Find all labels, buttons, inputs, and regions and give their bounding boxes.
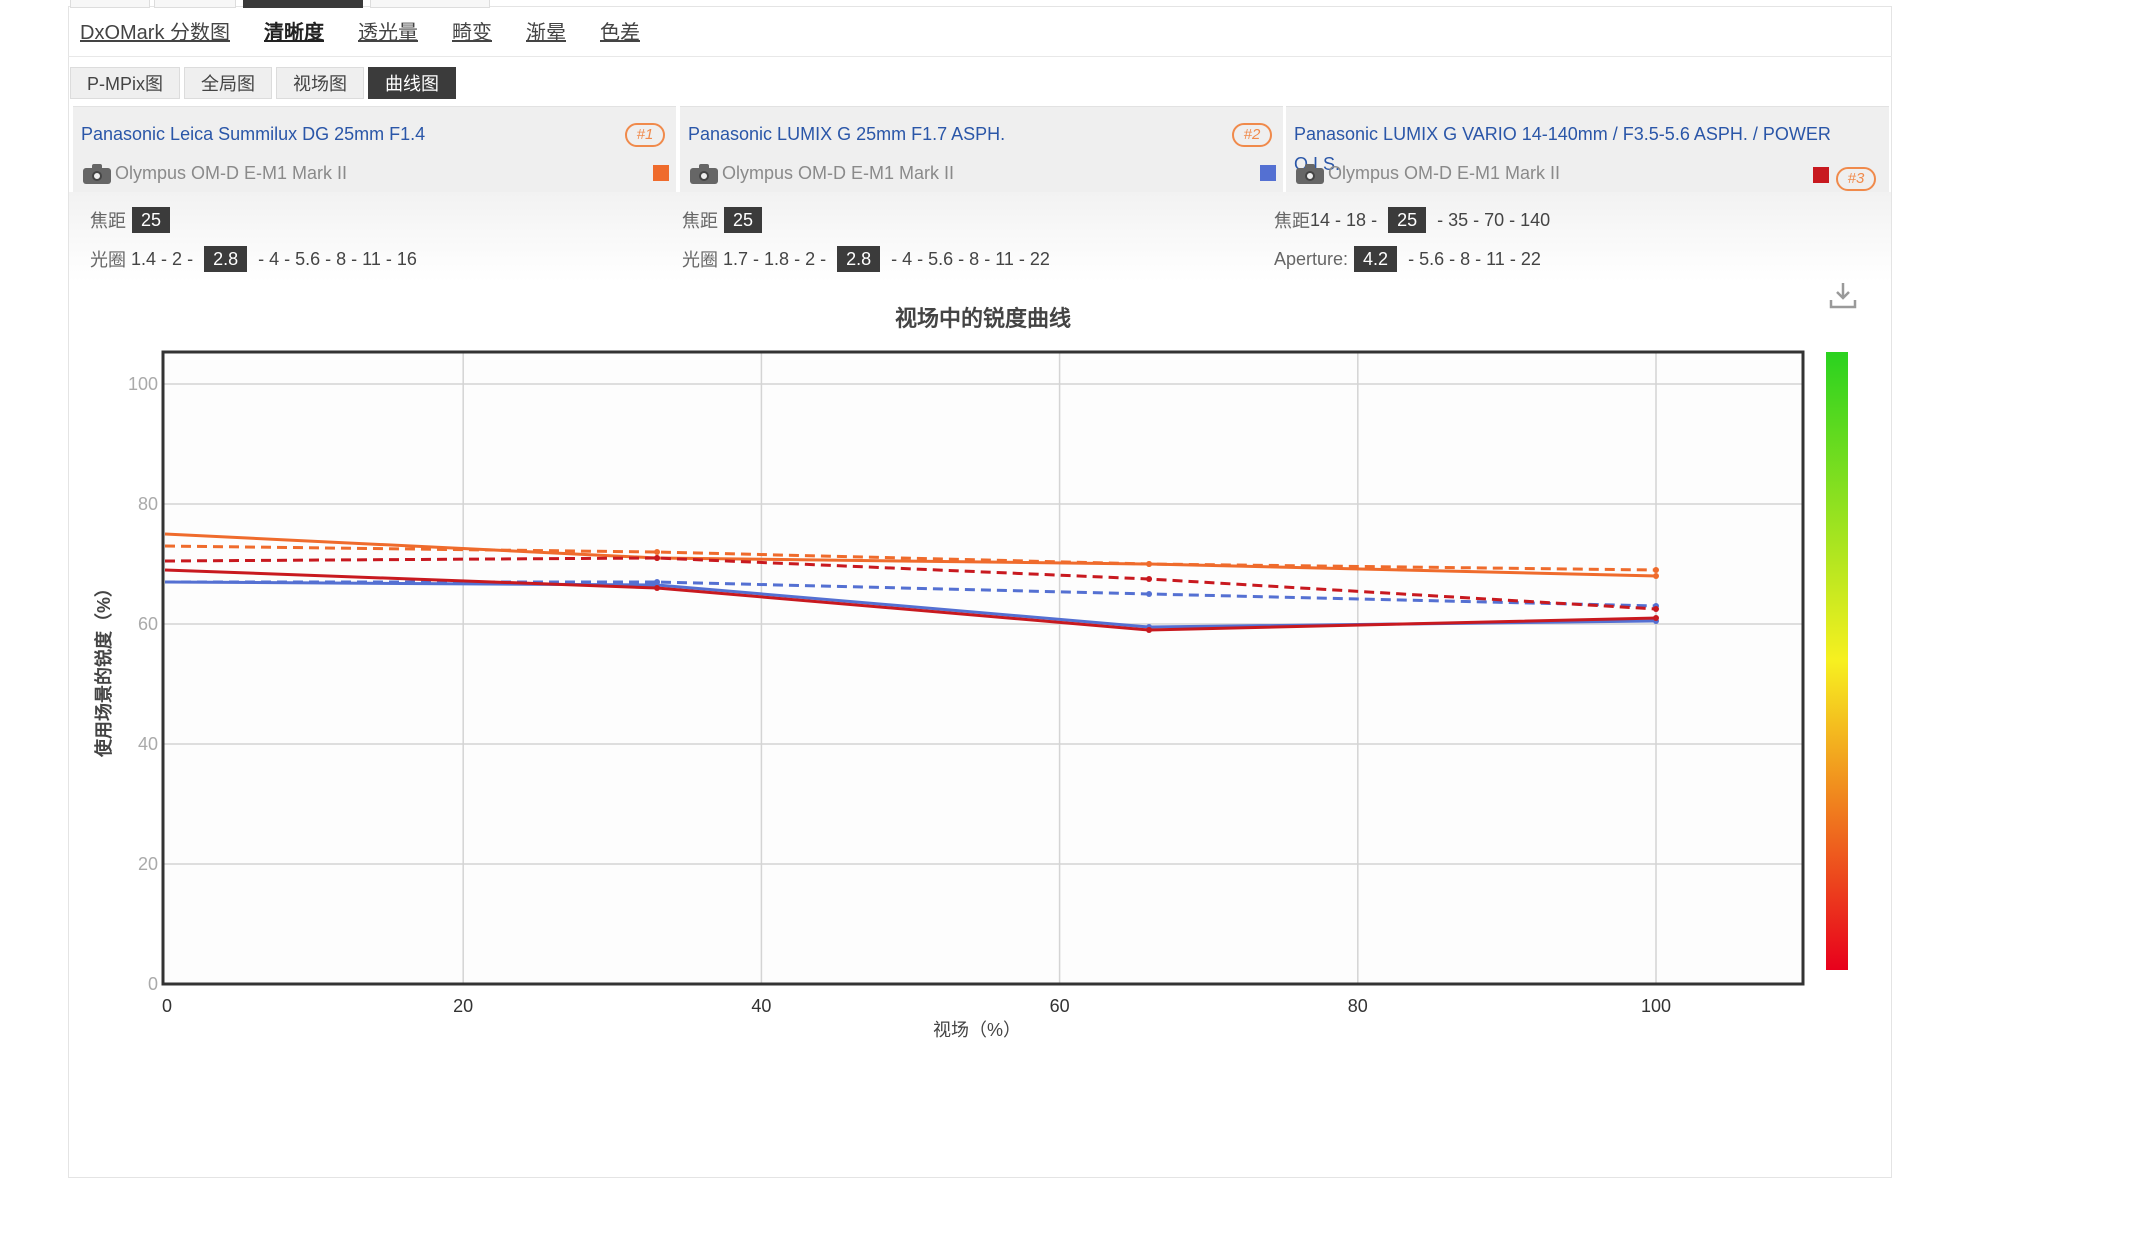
y-axis-ticks: 0 20 40 60 80 100: [128, 374, 158, 994]
data-point: [1146, 591, 1153, 597]
x-tick-label: 60: [1050, 996, 1070, 1016]
data-point: [1146, 627, 1153, 633]
x-tick-label: 40: [751, 996, 771, 1016]
chart-title: 视场中的锐度曲线: [895, 306, 1071, 331]
y-tick-label: 100: [128, 374, 158, 394]
x-tick-label: 0: [162, 996, 172, 1016]
data-point: [654, 549, 661, 555]
x-axis-ticks: 0 20 40 60 80 100: [162, 996, 1671, 1016]
x-tick-label: 80: [1348, 996, 1368, 1016]
y-tick-label: 40: [138, 734, 158, 754]
data-point: [654, 579, 661, 585]
sharpness-color-scale: [1826, 352, 1848, 970]
data-point: [1653, 567, 1659, 573]
data-point: [1653, 573, 1659, 579]
y-axis-label: 使用场景的锐度（%）: [93, 579, 114, 758]
data-point: [1653, 615, 1659, 621]
data-point: [654, 555, 661, 561]
plot-background: [163, 352, 1803, 984]
y-tick-label: 20: [138, 854, 158, 874]
data-point: [1146, 576, 1153, 582]
x-tick-label: 20: [453, 996, 473, 1016]
x-axis-label: 视场（%）: [933, 1020, 1021, 1040]
y-tick-label: 80: [138, 494, 158, 514]
plot-grid: [163, 352, 1803, 984]
x-tick-label: 100: [1641, 996, 1671, 1016]
data-point: [1146, 561, 1153, 567]
sharpness-chart: 视场中的锐度曲线 0 20 40 60 80 100 0 20 40 60 80 100 视场（%）…: [93, 306, 1848, 1040]
y-tick-label: 0: [148, 974, 158, 994]
y-tick-label: 60: [138, 614, 158, 634]
data-point: [654, 585, 661, 591]
data-point: [1653, 606, 1659, 612]
